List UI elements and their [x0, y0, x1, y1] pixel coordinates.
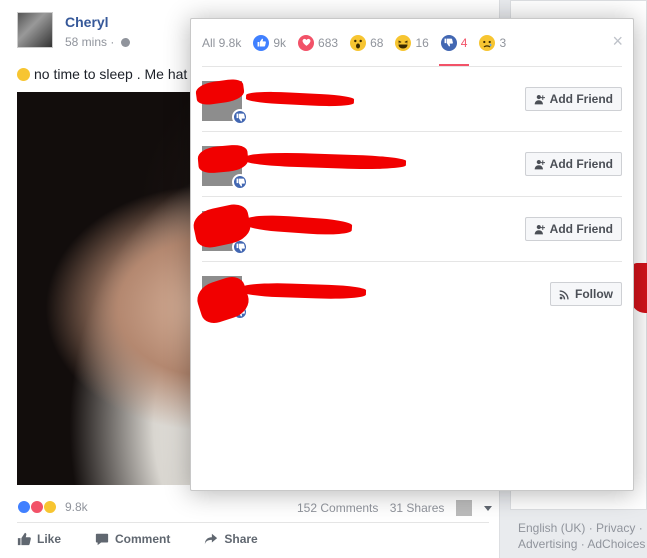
footer-links: English (UK) · Privacy · Advertising · A…: [518, 520, 645, 552]
tab-wow[interactable]: 68: [350, 19, 383, 66]
globe-icon: [120, 38, 130, 47]
redaction-mark: [245, 151, 407, 171]
like-label: Like: [37, 532, 62, 546]
tab-label: 16: [415, 35, 429, 50]
sad-icon: [479, 34, 496, 51]
add-friend-button[interactable]: Add Friend: [524, 217, 622, 241]
footer-line-1[interactable]: English (UK) · Privacy ·: [518, 520, 645, 536]
reactions-summary[interactable]: 9.8k: [17, 500, 88, 514]
button-label: Add Friend: [549, 92, 613, 106]
like-icon: [17, 500, 31, 514]
tab-haha[interactable]: 16: [395, 19, 429, 66]
tab-label: 4: [460, 35, 468, 50]
tab-dislike[interactable]: 4: [438, 19, 470, 66]
thumbs-up-icon: [17, 532, 31, 546]
post-time[interactable]: 58 mins: [65, 35, 107, 49]
comment-button[interactable]: Comment: [95, 532, 170, 546]
post-timestamp[interactable]: 58 mins ·: [65, 35, 130, 49]
post-counts: 152 Comments 31 Shares: [297, 500, 500, 516]
share-icon: [205, 533, 218, 545]
tab-label: All 9.8k: [202, 35, 242, 50]
add-friend-icon: [534, 159, 545, 169]
reaction-tabs: All 9.8k 9k 683 68 16 4 3: [191, 19, 633, 66]
share-button[interactable]: Share: [204, 532, 258, 546]
follow-button[interactable]: Follow: [550, 282, 622, 306]
add-friend-button[interactable]: Add Friend: [524, 87, 622, 111]
tab-label: 9k: [273, 35, 287, 50]
tab-label: 68: [370, 35, 384, 50]
dislike-icon: [440, 34, 457, 51]
wow-icon: [43, 500, 57, 514]
viewer-avatar[interactable]: [455, 500, 472, 516]
dislike-badge-icon: [232, 174, 248, 190]
button-label: Follow: [575, 287, 613, 301]
reactions-dialog: All 9.8k 9k 683 68 16 4 3 × Add Friend A…: [190, 18, 634, 491]
wow-icon: [350, 34, 367, 51]
redaction-mark: [241, 281, 367, 301]
reactor-row: Add Friend: [190, 197, 622, 262]
tab-label: 3: [499, 35, 507, 50]
tab-love[interactable]: 683: [298, 19, 338, 66]
add-friend-icon: [534, 94, 545, 104]
post-action-bar: Like Comment Share: [17, 532, 258, 546]
comment-icon: [95, 533, 109, 546]
dislike-badge-icon: [232, 109, 248, 125]
close-button[interactable]: ×: [612, 32, 623, 50]
divider: [17, 522, 489, 523]
chevron-down-icon[interactable]: [483, 506, 492, 511]
tab-like[interactable]: 9k: [253, 19, 286, 66]
love-icon: [30, 500, 44, 514]
redaction-mark: [245, 90, 355, 108]
reactor-row: Add Friend: [194, 67, 622, 132]
author-avatar[interactable]: [17, 12, 53, 48]
like-button[interactable]: Like: [17, 532, 61, 546]
reactions-count[interactable]: 9.8k: [65, 500, 88, 514]
tab-all[interactable]: All 9.8k: [202, 19, 241, 66]
button-label: Add Friend: [549, 222, 613, 236]
redaction-mark: [245, 213, 353, 237]
post-text-content: no time to sleep . Me hat: [34, 66, 188, 82]
tab-label: 683: [318, 35, 339, 50]
tab-sad[interactable]: 3: [479, 19, 506, 66]
rss-icon: [559, 289, 569, 299]
share-label: Share: [224, 532, 258, 546]
add-friend-icon: [534, 224, 545, 234]
reactor-row: Add Friend: [196, 132, 622, 197]
shares-count[interactable]: 31 Shares: [390, 501, 445, 515]
haha-icon: [395, 34, 412, 51]
author-name[interactable]: Cheryl: [65, 14, 109, 30]
footer-line-2[interactable]: Advertising · AdChoices: [518, 536, 645, 552]
sleepy-emoji-icon: [17, 68, 30, 81]
comments-count[interactable]: 152 Comments: [297, 501, 378, 515]
button-label: Add Friend: [549, 157, 613, 171]
add-friend-button[interactable]: Add Friend: [524, 152, 622, 176]
like-icon: [253, 34, 270, 51]
comment-label: Comment: [115, 532, 171, 546]
love-icon: [298, 34, 315, 51]
post-text: no time to sleep . Me hat: [17, 66, 187, 82]
reactor-row: Follow: [193, 262, 622, 327]
